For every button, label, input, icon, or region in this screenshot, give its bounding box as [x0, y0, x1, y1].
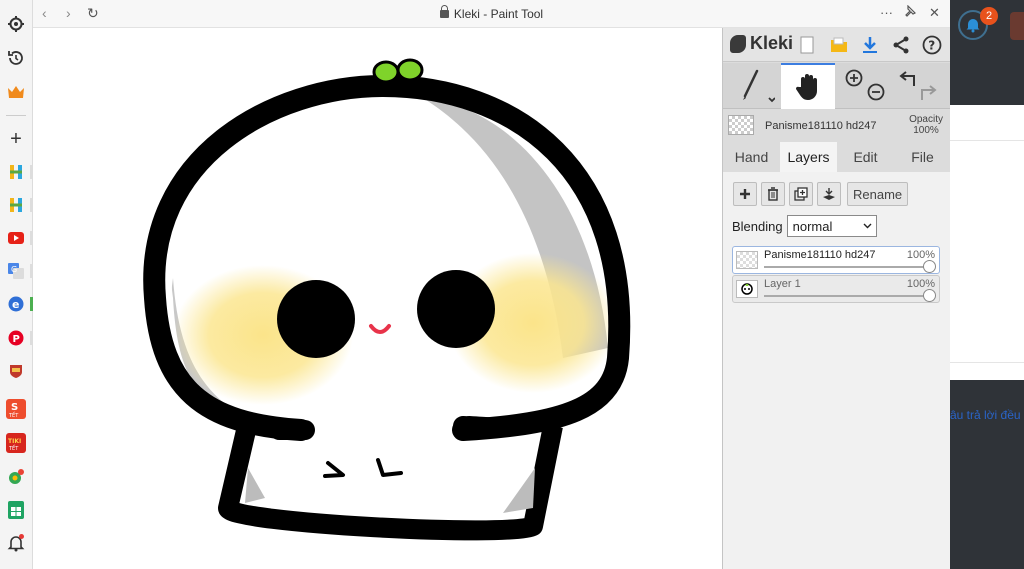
settings-icon[interactable]: [5, 13, 27, 35]
window-title-bar: ‹ › ↻ Kleki - Paint Tool ··· ✕: [33, 0, 950, 28]
opacity-value: 100%: [913, 125, 939, 136]
layer-name: Panisme181110 hd247: [764, 249, 876, 261]
layer-actions: Rename: [733, 182, 909, 206]
merge-layer-button[interactable]: [817, 182, 841, 206]
window-title: Kleki - Paint Tool: [33, 5, 950, 21]
drawing-artwork: [143, 58, 631, 541]
shield-icon[interactable]: [5, 360, 27, 382]
trash-icon: [768, 187, 778, 201]
tiki-icon[interactable]: TIKI TẾT: [5, 432, 27, 454]
duplicate-icon: [794, 187, 808, 201]
redo-icon[interactable]: [921, 85, 937, 100]
h-app-icon[interactable]: [5, 161, 27, 183]
undo-icon[interactable]: [899, 71, 915, 86]
svg-text:TẾT: TẾT: [8, 444, 19, 452]
plus-icon: [740, 189, 750, 199]
h-app-icon[interactable]: [5, 194, 27, 216]
layer-item[interactable]: Panisme181110 hd247 100%: [732, 246, 940, 274]
opacity-label: Opacity: [909, 114, 943, 125]
svg-text:G: G: [11, 265, 17, 274]
background-page: 2 âu trả lời đều: [950, 0, 1024, 569]
blending-label: Blending: [732, 218, 783, 234]
layer-name: Layer 1: [764, 278, 801, 290]
brush-icon: [743, 69, 775, 103]
crown-icon[interactable]: [5, 81, 27, 103]
shop-icon[interactable]: S TẾT: [5, 398, 27, 420]
rename-layer-button[interactable]: Rename: [847, 182, 909, 206]
kleki-logo[interactable]: Kleki: [730, 33, 793, 54]
zoom-out-icon[interactable]: [867, 83, 885, 101]
browser-sidebar: + G e P S TẾT TIKI TẾT: [0, 0, 33, 569]
blending-value: normal: [792, 218, 833, 234]
zoom-in-icon[interactable]: [845, 69, 863, 87]
zoom-tools: [839, 63, 889, 109]
chevron-down-icon: [863, 223, 872, 229]
current-layer-thumbnail: [728, 115, 754, 135]
hand-tool[interactable]: [781, 63, 835, 109]
layer-opacity-slider[interactable]: [764, 266, 933, 268]
notification-icon[interactable]: [5, 532, 27, 554]
slider-handle[interactable]: [923, 260, 936, 273]
pinterest-icon[interactable]: P: [5, 327, 27, 349]
delete-layer-button[interactable]: [761, 182, 785, 206]
window-title-text: Kleki - Paint Tool: [453, 7, 544, 21]
svg-text:?: ?: [928, 39, 935, 53]
tab-file[interactable]: File: [894, 142, 951, 172]
svg-text:TẾT: TẾT: [8, 411, 19, 419]
blending-select[interactable]: normal: [786, 215, 877, 237]
svg-text:e: e: [12, 298, 19, 311]
lock-icon: [439, 5, 449, 18]
current-layer-info: Panisme181110 hd247 Opacity 100%: [723, 110, 951, 140]
share-icon[interactable]: [891, 34, 911, 56]
layer-thumbnail: [736, 251, 758, 269]
app-icon[interactable]: e: [5, 293, 27, 315]
screen: + G e P S TẾT TIKI TẾT ‹ › ↻ Kleki - Pai…: [0, 0, 1024, 569]
pin-icon[interactable]: [904, 4, 917, 20]
tab-layers[interactable]: Layers: [780, 142, 837, 172]
hand-icon: [795, 74, 817, 100]
svg-text:TIKI: TIKI: [8, 438, 21, 445]
tab-edit[interactable]: Edit: [837, 142, 894, 172]
new-file-icon[interactable]: [797, 34, 817, 56]
current-layer-name: Panisme181110 hd247: [765, 120, 877, 132]
history-tools: [893, 63, 945, 109]
menu-button[interactable]: ···: [880, 5, 893, 20]
merge-down-icon: [823, 188, 835, 200]
layer-opacity-slider[interactable]: [764, 295, 933, 297]
history-icon[interactable]: [5, 47, 27, 69]
layers-tab-content: Rename Blending normal Panisme181110 hd2…: [723, 172, 951, 569]
help-icon[interactable]: ?: [922, 34, 942, 56]
svg-text:S: S: [11, 402, 18, 413]
tool-row: [723, 63, 951, 109]
avatar[interactable]: [1010, 12, 1024, 40]
opacity-display: Opacity 100%: [909, 114, 943, 136]
download-icon[interactable]: [860, 34, 880, 56]
close-button[interactable]: ✕: [929, 5, 940, 21]
kleki-logo-text: Kleki: [750, 33, 794, 53]
layer-thumbnail: [736, 280, 758, 298]
sheet-icon[interactable]: [5, 499, 27, 521]
drawing-canvas[interactable]: [33, 28, 722, 569]
youtube-icon[interactable]: [5, 227, 27, 249]
add-layer-button[interactable]: [733, 182, 757, 206]
translate-icon[interactable]: G: [5, 260, 27, 282]
tab-hand[interactable]: Hand: [723, 142, 780, 172]
notification-count-badge: 2: [980, 7, 998, 25]
kleki-side-panel: Kleki ? Panisme181110 hd247 Opacity 100%…: [722, 28, 951, 569]
slider-handle[interactable]: [923, 289, 936, 302]
add-icon[interactable]: +: [5, 128, 27, 150]
layer-item[interactable]: Layer 1 100%: [732, 275, 940, 303]
duplicate-layer-button[interactable]: [789, 182, 813, 206]
blending-row: Blending normal: [732, 215, 877, 237]
open-folder-icon[interactable]: [829, 34, 849, 56]
kleki-logo-icon: [730, 34, 746, 53]
kleki-header: Kleki ?: [723, 28, 951, 62]
brush-tool[interactable]: [729, 63, 781, 109]
answer-link[interactable]: âu trả lời đều: [950, 408, 1021, 422]
maps-icon[interactable]: [5, 466, 27, 488]
svg-text:P: P: [13, 334, 20, 345]
panel-tabs: Hand Layers Edit File: [723, 142, 951, 172]
